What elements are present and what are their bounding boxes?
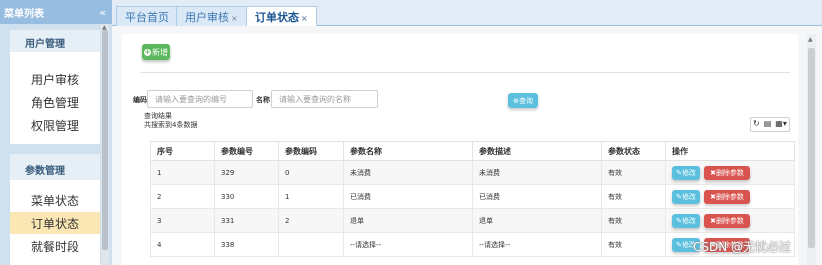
add-button-label: 新增 — [152, 47, 168, 57]
delete-button[interactable]: ✖删除参数 — [704, 189, 750, 204]
cell-param-code: 0 — [278, 160, 344, 185]
column-header[interactable]: 参数描述 — [472, 141, 602, 161]
cell-param-status: 有效 — [601, 184, 666, 209]
cell-param-id: 330 — [214, 184, 279, 209]
edit-button[interactable]: ✎修改 — [672, 165, 700, 180]
cell-param-desc: 已消费 — [472, 184, 602, 209]
cell-param-desc: 未消费 — [472, 160, 602, 185]
close-icon[interactable]: × — [301, 14, 308, 23]
tab-user-audit[interactable]: 用户审核 × — [176, 6, 247, 26]
edit-button-label: 修改 — [681, 192, 696, 201]
column-header[interactable]: 序号 — [150, 141, 215, 161]
cell-actions: ✎修改 ✖删除参数 — [665, 208, 795, 233]
sidebar-item-role-management[interactable]: 角色管理 — [10, 91, 100, 113]
delete-button[interactable]: ✖删除参数 — [704, 213, 750, 228]
close-icon[interactable]: × — [231, 14, 238, 23]
results-summary: 共搜索到4条数据 — [144, 121, 198, 129]
code-input[interactable] — [147, 90, 253, 108]
sidebar: 菜单列表 « 用户管理 用户审核 角色管理 权限管理 参数管理 菜单状态 订单状… — [0, 0, 112, 265]
cell-param-id: 329 — [214, 160, 279, 185]
tab-order-status[interactable]: 订单状态 × — [246, 6, 317, 27]
edit-button[interactable]: ✎修改 — [672, 213, 700, 228]
tab-bar: 平台首页 用户审核 × 订单状态 × — [112, 0, 822, 27]
cell-param-code: 1 — [278, 184, 344, 209]
delete-button-label: 删除参数 — [715, 216, 744, 225]
sidebar-title: 菜单列表 — [4, 8, 44, 20]
column-header[interactable]: 参数状态 — [601, 141, 666, 161]
refresh-icon[interactable]: ↻ — [751, 118, 762, 131]
cell-param-desc: 退单 — [472, 208, 602, 233]
scroll-up-icon[interactable]: ▲ — [808, 36, 813, 43]
cell-index: 3 — [150, 208, 215, 233]
sidebar-item-meal-period[interactable]: 就餐时段 — [10, 235, 100, 257]
menu-group-title: 用户管理 — [10, 30, 100, 52]
table-row[interactable]: 2 330 1 已消费 已消费 有效 ✎修改 ✖删除参数 — [150, 184, 795, 209]
cell-param-code — [278, 232, 344, 257]
cell-param-status: 有效 — [601, 160, 666, 185]
delete-button[interactable]: ✖删除参数 — [704, 165, 750, 180]
search-button-label: 查询 — [518, 96, 533, 105]
column-header[interactable]: 参数编号 — [214, 141, 279, 161]
edit-button-label: 修改 — [681, 216, 696, 225]
column-header: 操作 — [665, 141, 795, 161]
cell-index: 4 — [150, 232, 215, 257]
cell-param-name: 退单 — [343, 208, 473, 233]
cell-param-name: --请选择-- — [343, 232, 473, 257]
divider — [140, 72, 790, 73]
cell-param-desc: --请选择-- — [472, 232, 602, 257]
tab-home[interactable]: 平台首页 — [116, 6, 178, 26]
search-button[interactable]: ⊕ 查询 — [508, 93, 538, 108]
delete-button-label: 删除参数 — [715, 192, 744, 201]
table-header-row: 序号 参数编号 参数编码 参数名称 参数描述 参数状态 操作 — [150, 141, 795, 161]
sidebar-item-user-audit[interactable]: 用户审核 — [10, 68, 100, 90]
table-row[interactable]: 3 331 2 退单 退单 有效 ✎修改 ✖删除参数 — [150, 208, 795, 233]
toggle-view-icon[interactable]: ▤ — [762, 118, 774, 131]
content-panel: +新增 编码 名称 ⊕查询 查询结果 共搜索到4条数据 ↻ ▤ ▦▾ 序号 参数… — [122, 34, 798, 265]
tab-label: 订单状态 — [255, 11, 299, 24]
table-toolbar: ↻ ▤ ▦▾ — [750, 117, 790, 132]
edit-button-label: 修改 — [681, 168, 696, 177]
sidebar-scrollbar-thumb[interactable] — [102, 30, 108, 250]
cell-param-code: 2 — [278, 208, 344, 233]
edit-button[interactable]: ✎修改 — [672, 189, 700, 204]
cell-param-status: 有效 — [601, 208, 666, 233]
cell-param-name: 未消费 — [343, 160, 473, 185]
column-header[interactable]: 参数名称 — [343, 141, 473, 161]
columns-icon[interactable]: ▦▾ — [773, 118, 789, 131]
tab-label: 用户审核 — [185, 11, 229, 24]
collapse-icon[interactable]: « — [99, 6, 106, 19]
content-scrollbar[interactable]: ▲ — [807, 34, 816, 265]
cell-index: 2 — [150, 184, 215, 209]
content-scrollbar-thumb[interactable] — [808, 48, 815, 248]
cell-index: 1 — [150, 160, 215, 185]
name-label: 名称 — [256, 96, 270, 104]
cell-actions: ✎修改 ✖删除参数 — [665, 184, 795, 209]
menu-group-title: 参数管理 — [10, 154, 100, 180]
watermark: CSDN @无忧必过 — [693, 240, 792, 254]
tab-label: 平台首页 — [125, 11, 169, 24]
cell-param-id: 338 — [214, 232, 279, 257]
cell-actions: ✎修改 ✖删除参数 — [665, 160, 795, 185]
code-label: 编码 — [133, 96, 147, 104]
add-button[interactable]: + 新增 — [142, 44, 170, 60]
menu-group-params: 参数管理 菜单状态 订单状态 就餐时段 — [10, 154, 100, 265]
cell-param-status: 有效 — [601, 232, 666, 257]
menu-group-user: 用户管理 用户审核 角色管理 权限管理 — [10, 30, 100, 144]
plus-icon: + — [144, 47, 151, 56]
sidebar-item-menu-status[interactable]: 菜单状态 — [10, 189, 100, 211]
sidebar-item-order-status[interactable]: 订单状态 — [10, 212, 100, 234]
main-area: +新增 编码 名称 ⊕查询 查询结果 共搜索到4条数据 ↻ ▤ ▦▾ 序号 参数… — [112, 26, 822, 265]
name-input[interactable] — [271, 90, 378, 108]
column-header[interactable]: 参数编码 — [278, 141, 344, 161]
cell-param-id: 331 — [214, 208, 279, 233]
table-row[interactable]: 1 329 0 未消费 未消费 有效 ✎修改 ✖删除参数 — [150, 160, 795, 185]
sidebar-header: 菜单列表 « — [0, 0, 112, 24]
sidebar-scrollbar[interactable]: ▲ — [101, 24, 109, 265]
sidebar-item-permission-management[interactable]: 权限管理 — [10, 114, 100, 136]
cell-param-name: 已消费 — [343, 184, 473, 209]
delete-button-label: 删除参数 — [715, 168, 744, 177]
